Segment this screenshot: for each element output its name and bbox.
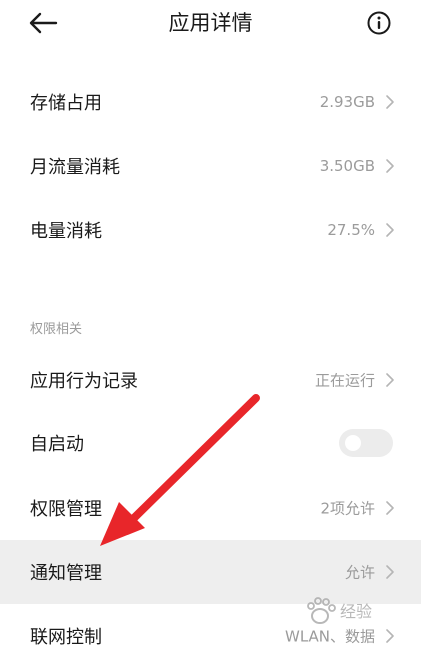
header-bar: 应用详情 — [0, 0, 421, 50]
notification-management-row[interactable]: 通知管理 允许 — [0, 540, 421, 604]
autostart-row: 自启动 — [0, 411, 421, 475]
app-behavior-record-row[interactable]: 应用行为记录 正在运行 — [0, 348, 421, 412]
chevron-right-icon — [386, 95, 394, 109]
info-circle-icon — [367, 11, 391, 35]
chevron-right-icon — [386, 629, 394, 643]
row-value: 正在运行 — [314, 371, 375, 390]
storage-usage-row[interactable]: 存储占用 2.93GB — [0, 70, 421, 134]
info-button[interactable] — [366, 10, 392, 36]
permission-management-row[interactable]: 权限管理 2项允许 — [0, 476, 421, 540]
row-label: 联网控制 — [30, 627, 102, 648]
row-value: 27.5% — [327, 221, 375, 239]
row-label: 应用行为记录 — [30, 371, 138, 392]
monthly-data-usage-row[interactable]: 月流量消耗 3.50GB — [0, 134, 421, 198]
network-control-row[interactable]: 联网控制 WLAN、数据 — [0, 604, 421, 654]
toggle-knob — [345, 435, 361, 451]
row-label: 通知管理 — [30, 563, 102, 584]
autostart-toggle[interactable] — [339, 429, 393, 457]
page-title: 应用详情 — [168, 11, 253, 35]
app-details-screen: 应用详情 存储占用 2.93GB 月流量消耗 3.50GB 电量消耗 27.5%… — [0, 0, 421, 654]
row-label: 月流量消耗 — [30, 157, 120, 178]
chevron-right-icon — [386, 373, 394, 387]
chevron-right-icon — [386, 223, 394, 237]
permissions-section-title: 权限相关 — [30, 322, 83, 337]
battery-usage-row[interactable]: 电量消耗 27.5% — [0, 198, 421, 262]
row-value: WLAN、数据 — [284, 627, 375, 646]
chevron-right-icon — [386, 159, 394, 173]
row-value: 2项允许 — [320, 499, 375, 518]
row-value: 3.50GB — [319, 157, 375, 175]
row-label: 存储占用 — [30, 93, 102, 114]
row-value: 允许 — [344, 563, 375, 582]
row-label: 自启动 — [30, 434, 84, 455]
chevron-right-icon — [386, 501, 394, 515]
row-value: 2.93GB — [319, 93, 375, 111]
row-label: 电量消耗 — [30, 221, 102, 242]
row-label: 权限管理 — [30, 499, 102, 520]
chevron-right-icon — [386, 565, 394, 579]
